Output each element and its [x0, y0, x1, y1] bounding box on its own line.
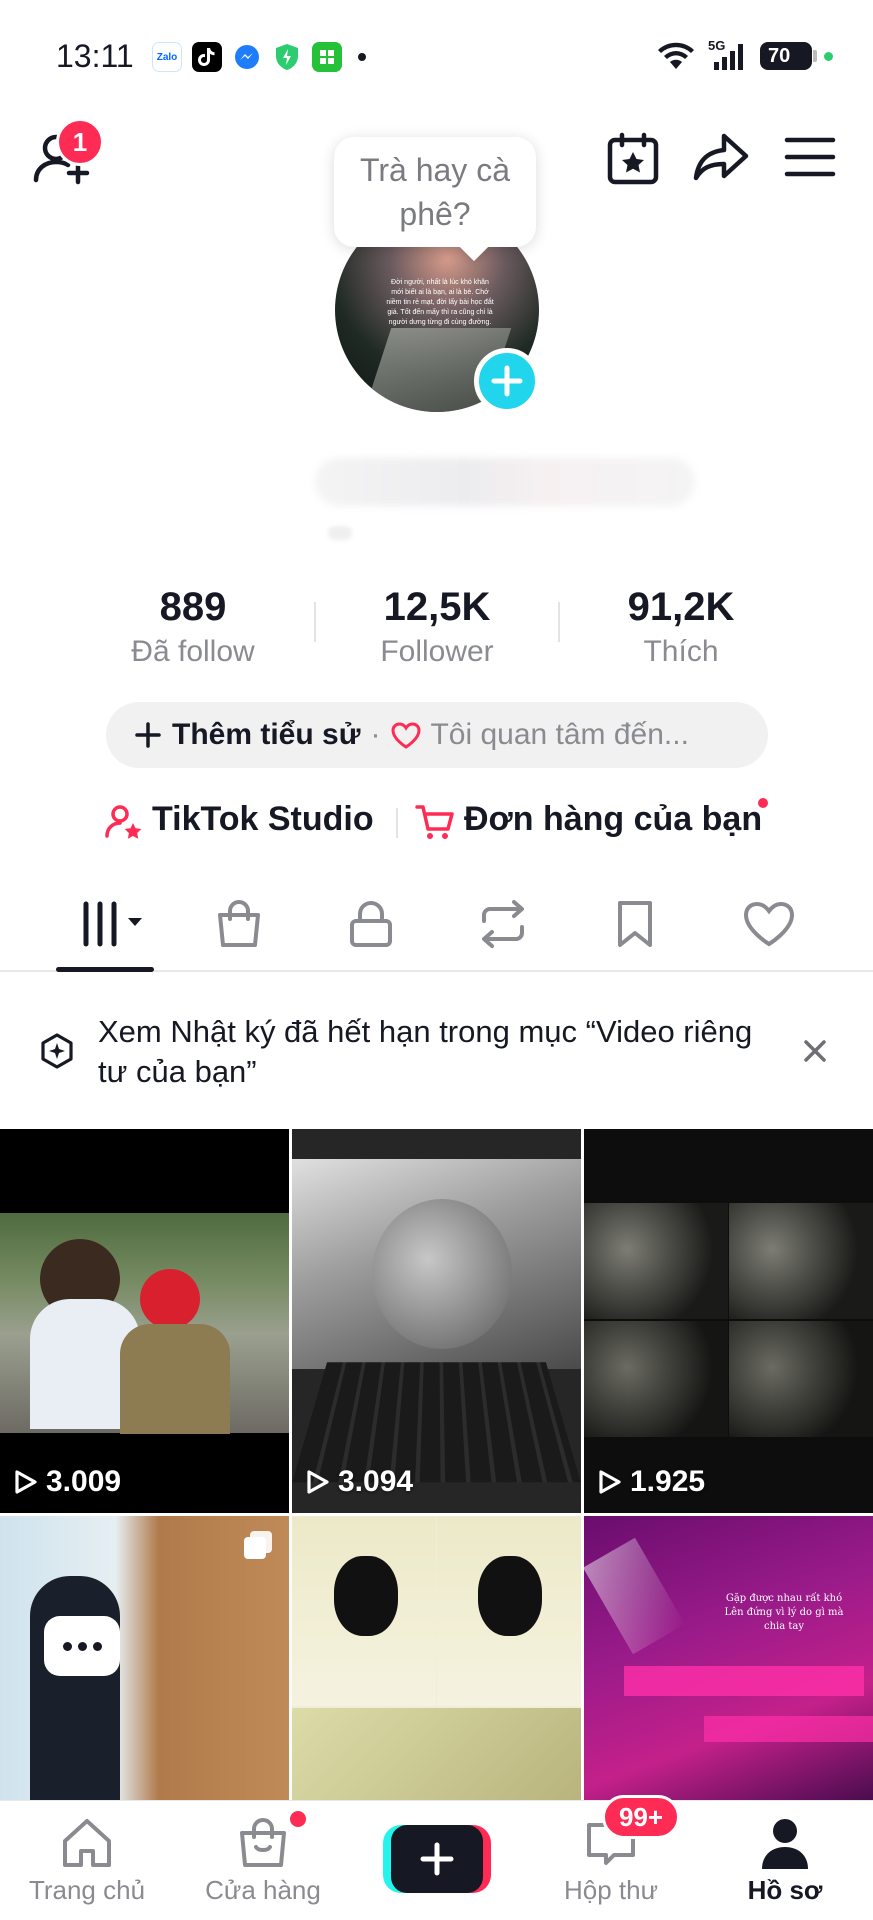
plus-icon [135, 722, 161, 748]
note-bubble[interactable]: Trà hay cà phê? [334, 137, 536, 247]
add-bio-button[interactable]: Thêm tiểu sử [172, 718, 360, 752]
close-notice-button[interactable] [800, 1036, 830, 1066]
video-thumbnail[interactable] [0, 1516, 289, 1800]
notice-text: Xem Nhật ký đã hết hạn trong mục “Video … [98, 1014, 753, 1089]
studio-link-label[interactable]: TikTok Studio [152, 800, 374, 839]
stat-divider [314, 602, 316, 642]
add-story-button[interactable] [474, 348, 540, 414]
cart-icon [415, 805, 454, 839]
hamburger-icon [784, 137, 836, 177]
inbox-badge: 99+ [602, 1795, 680, 1839]
calendar-button[interactable] [606, 132, 662, 188]
expired-diary-notice[interactable]: Xem Nhật ký đã hết hạn trong mục “Video … [0, 972, 873, 1128]
stat-following[interactable]: 889 Đã follow [73, 583, 313, 671]
orders-dot [758, 798, 768, 808]
play-icon [599, 1470, 621, 1494]
video-caption: Gặp được nhau rất khó Lên đứng vì lý do … [724, 1593, 844, 1632]
nav-home[interactable]: Trang chủ [2, 1801, 172, 1920]
heart-outline-icon [391, 722, 421, 749]
blurred-handle [328, 526, 352, 540]
status-bar: 13:11 Zalo 5G 70 [0, 0, 873, 110]
play-icon [15, 1470, 37, 1494]
tab-favorites[interactable] [604, 896, 666, 952]
video-grid: 3.009 3.094 1.925 Gặp được nhau rất khó … [0, 1129, 873, 1800]
person-star-icon [105, 805, 142, 839]
calendar-star-icon [607, 132, 659, 185]
stat-followers[interactable]: 12,5K Follower [317, 583, 557, 671]
add-friends-button[interactable]: 1 [30, 118, 104, 188]
interests-button[interactable]: Tôi quan tâm đến... [430, 718, 689, 752]
face-mask [334, 1556, 398, 1636]
view-count: 3.009 [14, 1465, 121, 1499]
status-app-icons: Zalo [152, 42, 366, 72]
orders-link-label[interactable]: Đơn hàng của bạn [464, 800, 762, 839]
nav-shop[interactable]: Cửa hàng [178, 1801, 348, 1920]
create-button[interactable] [383, 1825, 491, 1893]
heart-sticker [140, 1269, 200, 1329]
heart-icon [743, 901, 795, 947]
profile-icon [762, 1819, 808, 1869]
shop-dot [290, 1811, 306, 1827]
stat-divider [558, 602, 560, 642]
tab-reposts[interactable] [472, 896, 534, 952]
wifi-icon [658, 42, 694, 69]
app-grid-icon [312, 42, 342, 72]
sparkle-icon [41, 1033, 73, 1069]
video-thumbnail[interactable]: 3.009 [0, 1129, 289, 1513]
tab-videos[interactable] [72, 896, 154, 952]
menu-button[interactable] [784, 134, 838, 184]
shopping-bag-icon [218, 900, 260, 947]
bottom-nav: Trang chủ Cửa hàng 99+ Hộp thư Hồ sơ [0, 1795, 873, 1920]
video-thumbnail[interactable]: 3.094 [292, 1129, 581, 1513]
tab-liked[interactable] [738, 896, 800, 952]
plus-icon [420, 1842, 454, 1876]
signal-icon: 5G [708, 38, 748, 72]
nav-profile[interactable]: Hồ sơ [700, 1801, 870, 1920]
home-icon [63, 1819, 111, 1867]
bookmark-icon [618, 901, 652, 947]
zalo-icon: Zalo [152, 42, 182, 72]
privacy-dot [824, 51, 833, 61]
friends-badge: 1 [56, 118, 104, 166]
video-thumbnail[interactable] [292, 1516, 581, 1800]
grid-dropdown-icon [83, 901, 142, 947]
profile-stats: 889 Đã follow 12,5K Follower 91,2K Thích [0, 583, 873, 673]
shield-icon [272, 42, 302, 72]
view-count: 3.094 [306, 1465, 413, 1499]
creator-links: TikTok Studio Đơn hàng của bạn [0, 798, 873, 848]
status-time: 13:11 [56, 38, 134, 74]
repost-icon [482, 900, 524, 948]
chat-sticker [44, 1616, 120, 1676]
view-count: 1.925 [598, 1465, 705, 1499]
close-icon [804, 1040, 826, 1062]
play-icon [307, 1470, 329, 1494]
tab-private[interactable] [340, 896, 402, 952]
blurred-username [315, 458, 695, 506]
avatar-caption: Đời người, nhất là lúc khó khăn mới biết… [386, 279, 494, 326]
notification-dot [358, 53, 366, 61]
battery-icon: 70 [760, 42, 817, 70]
tab-shop[interactable] [208, 896, 270, 952]
messenger-icon [232, 42, 262, 72]
share-profile-button[interactable] [692, 130, 752, 186]
bio-pill[interactable]: Thêm tiểu sử · Tôi quan tâm đến... [106, 702, 768, 768]
face-mask [478, 1556, 542, 1636]
status-indicators: 5G 70 [656, 38, 833, 72]
content-tabs [0, 880, 873, 972]
nav-inbox[interactable]: 99+ Hộp thư [526, 1795, 696, 1920]
lock-icon [350, 901, 392, 947]
tiktok-icon [192, 42, 222, 72]
stat-likes[interactable]: 91,2K Thích [561, 583, 801, 671]
link-divider [396, 808, 398, 838]
multi-photo-icon [244, 1531, 272, 1559]
studio-link[interactable] [104, 802, 144, 847]
orders-link[interactable] [414, 802, 456, 847]
shop-bag-icon [240, 1818, 286, 1867]
share-icon [693, 133, 749, 181]
video-thumbnail[interactable]: 1.925 [584, 1129, 873, 1513]
plus-icon [491, 365, 523, 397]
video-thumbnail[interactable]: Gặp được nhau rất khó Lên đứng vì lý do … [584, 1516, 873, 1800]
